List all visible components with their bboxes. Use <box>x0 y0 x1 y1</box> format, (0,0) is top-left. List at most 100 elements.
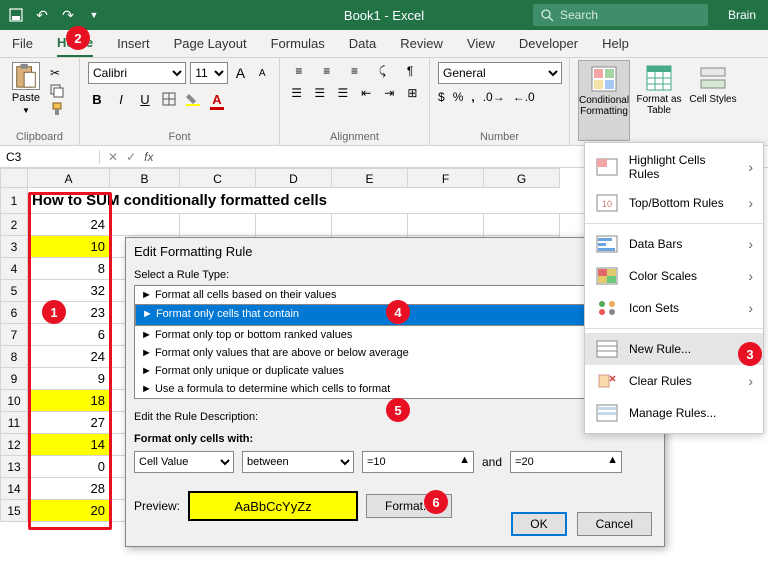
decrease-font-icon[interactable]: A <box>253 64 271 82</box>
cell[interactable]: 28 <box>28 478 110 500</box>
cell[interactable]: 0 <box>28 456 110 478</box>
row-header[interactable]: 1 <box>0 188 28 214</box>
italic-button[interactable]: I <box>112 90 130 108</box>
cell[interactable]: 18 <box>28 390 110 412</box>
row-header[interactable]: 2 <box>0 214 28 236</box>
menu-top-bottom[interactable]: 10 Top/Bottom Rules› <box>585 187 763 219</box>
search-box[interactable]: Search <box>533 4 708 26</box>
bold-button[interactable]: B <box>88 90 106 108</box>
underline-button[interactable]: U <box>136 90 154 108</box>
tab-insert[interactable]: Insert <box>117 36 150 51</box>
fx-icon[interactable]: fx <box>144 150 153 164</box>
cell[interactable] <box>256 214 332 236</box>
qa-dropdown-icon[interactable]: ▼ <box>86 7 102 23</box>
copy-icon[interactable] <box>50 84 68 98</box>
cancel-button[interactable]: Cancel <box>577 512 652 536</box>
cell[interactable]: 32 <box>28 280 110 302</box>
cancel-formula-icon[interactable]: ✕ <box>108 150 118 164</box>
enter-formula-icon[interactable]: ✓ <box>126 150 136 164</box>
undo-icon[interactable]: ↶ <box>34 7 50 23</box>
row-header[interactable]: 5 <box>0 280 28 302</box>
conditional-formatting-button[interactable]: Conditional Formatting <box>578 60 630 141</box>
tab-developer[interactable]: Developer <box>519 36 578 51</box>
row-header[interactable]: 4 <box>0 258 28 280</box>
menu-new-rule[interactable]: New Rule... <box>585 333 763 365</box>
tab-formulas[interactable]: Formulas <box>271 36 325 51</box>
column-header[interactable]: A <box>28 168 110 188</box>
row-header[interactable]: 8 <box>0 346 28 368</box>
cell[interactable]: 6 <box>28 324 110 346</box>
font-name-select[interactable]: Calibri <box>88 62 186 84</box>
format-painter-icon[interactable] <box>50 102 68 116</box>
tab-file[interactable]: File <box>12 36 33 51</box>
cell[interactable]: 9 <box>28 368 110 390</box>
cell[interactable]: 10 <box>28 236 110 258</box>
row-header[interactable]: 11 <box>0 412 28 434</box>
row-header[interactable]: 7 <box>0 324 28 346</box>
fill-color-icon[interactable] <box>184 90 202 108</box>
menu-data-bars[interactable]: Data Bars› <box>585 228 763 260</box>
cell[interactable] <box>180 214 256 236</box>
percent-icon[interactable]: % <box>453 90 464 104</box>
column-header[interactable]: G <box>484 168 560 188</box>
redo-icon[interactable]: ↷ <box>60 7 76 23</box>
row-header[interactable]: 9 <box>0 368 28 390</box>
wrap-text-icon[interactable]: ¶ <box>399 62 421 80</box>
cell[interactable]: 8 <box>28 258 110 280</box>
cell-styles-button[interactable]: Cell Styles <box>688 60 738 141</box>
column-header[interactable]: E <box>332 168 408 188</box>
cell[interactable]: 23 <box>28 302 110 324</box>
column-header[interactable]: F <box>408 168 484 188</box>
row-header[interactable]: 14 <box>0 478 28 500</box>
value2-input[interactable] <box>510 451 622 473</box>
menu-clear-rules[interactable]: Clear Rules› <box>585 365 763 397</box>
currency-icon[interactable]: $ <box>438 90 445 104</box>
rule-type-item[interactable]: ► Format only unique or duplicate values <box>135 362 655 380</box>
row-header[interactable]: 6 <box>0 302 28 324</box>
cell[interactable] <box>484 214 560 236</box>
tab-page-layout[interactable]: Page Layout <box>174 36 247 51</box>
menu-manage-rules[interactable]: Manage Rules... <box>585 397 763 429</box>
decrease-indent-icon[interactable]: ⇤ <box>358 84 375 102</box>
merge-icon[interactable]: ⊞ <box>404 84 421 102</box>
tab-review[interactable]: Review <box>400 36 443 51</box>
condition-target-select[interactable]: Cell Value <box>134 451 234 473</box>
menu-highlight-cells[interactable]: Highlight Cells Rules› <box>585 147 763 187</box>
decrease-decimal-icon[interactable]: ←.0 <box>513 90 535 104</box>
rule-type-item[interactable]: ► Format only top or bottom ranked value… <box>135 326 655 344</box>
range-picker-icon[interactable]: ▲ <box>607 454 618 466</box>
paste-button[interactable]: Paste ▼ <box>8 62 44 116</box>
cut-icon[interactable]: ✂ <box>50 66 68 80</box>
font-color-icon[interactable]: A <box>208 90 226 108</box>
align-left-icon[interactable]: ☰ <box>288 84 305 102</box>
row-header[interactable]: 15 <box>0 500 28 522</box>
cell[interactable] <box>408 214 484 236</box>
increase-decimal-icon[interactable]: .0→ <box>483 90 505 104</box>
border-icon[interactable] <box>160 90 178 108</box>
format-as-table-button[interactable]: Format as Table <box>634 60 684 141</box>
cell[interactable]: 20 <box>28 500 110 522</box>
cell[interactable]: 14 <box>28 434 110 456</box>
condition-operator-select[interactable]: between <box>242 451 354 473</box>
cell[interactable]: How to SUM conditionally formatted cells <box>28 188 588 214</box>
comma-icon[interactable]: , <box>471 90 474 104</box>
column-header[interactable]: D <box>256 168 332 188</box>
range-picker-icon[interactable]: ▲ <box>459 454 470 466</box>
tab-data[interactable]: Data <box>349 36 376 51</box>
tab-view[interactable]: View <box>467 36 495 51</box>
font-size-select[interactable]: 11 <box>190 62 227 84</box>
tab-help[interactable]: Help <box>602 36 629 51</box>
menu-icon-sets[interactable]: Icon Sets› <box>585 292 763 324</box>
rule-type-item[interactable]: ► Format only values that are above or b… <box>135 344 655 362</box>
align-middle-icon[interactable]: ≡ <box>316 62 338 80</box>
rule-type-item[interactable]: ► Use a formula to determine which cells… <box>135 380 655 398</box>
align-top-icon[interactable]: ≡ <box>288 62 310 80</box>
align-right-icon[interactable]: ☰ <box>334 84 351 102</box>
cell[interactable] <box>332 214 408 236</box>
align-center-icon[interactable]: ☰ <box>311 84 328 102</box>
menu-color-scales[interactable]: Color Scales› <box>585 260 763 292</box>
cell[interactable]: 24 <box>28 346 110 368</box>
ok-button[interactable]: OK <box>511 512 566 536</box>
save-icon[interactable] <box>8 7 24 23</box>
row-header[interactable]: 12 <box>0 434 28 456</box>
